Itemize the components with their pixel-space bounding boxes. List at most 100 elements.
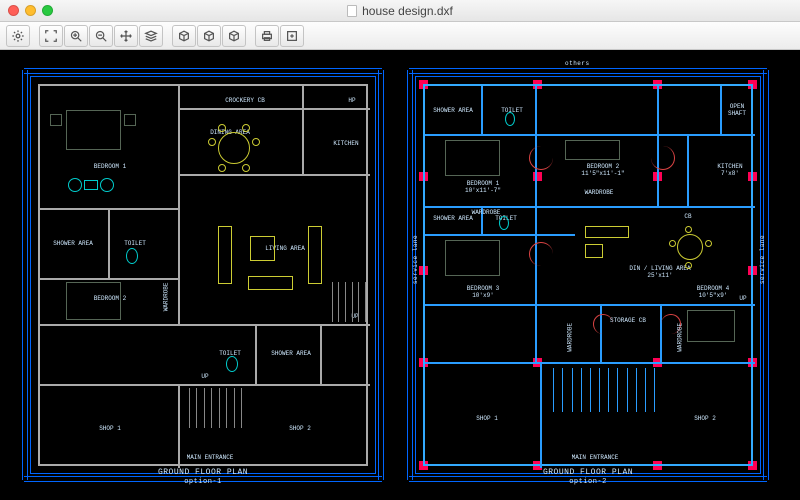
toilet-fixture-icon xyxy=(126,248,138,264)
room-label: BEDROOM 4 10'5"x9' xyxy=(683,286,743,299)
sofa-icon xyxy=(248,276,293,290)
wall xyxy=(178,86,180,326)
minimize-button[interactable] xyxy=(25,5,36,16)
chair-icon xyxy=(68,178,82,192)
window-titlebar: house design.dxf xyxy=(0,0,800,22)
entrance-label: MAIN ENTRANCE xyxy=(545,455,645,462)
tv-unit-icon xyxy=(308,226,322,284)
wall xyxy=(108,208,110,278)
wall xyxy=(320,324,322,386)
wall xyxy=(255,324,257,384)
view-front-button[interactable] xyxy=(222,25,246,47)
cube-front-icon xyxy=(227,29,241,43)
zoom-out-button[interactable] xyxy=(89,25,113,47)
plan-subtitle: option-2 xyxy=(569,478,607,486)
bed-icon xyxy=(66,282,121,320)
room-label: SHOWER AREA xyxy=(270,351,312,358)
settings-button[interactable] xyxy=(6,25,30,47)
gear-icon xyxy=(11,29,25,43)
cube-iso-icon xyxy=(202,29,216,43)
wall xyxy=(575,206,755,208)
nightstand-icon xyxy=(124,114,136,126)
plan-subtitle: option-1 xyxy=(184,478,222,486)
dimension-line xyxy=(407,70,408,480)
sofa-icon xyxy=(585,226,629,238)
room-label: OPEN SHAFT xyxy=(720,104,754,117)
room-label: SHOP 2 xyxy=(675,416,735,423)
layers-button[interactable] xyxy=(139,25,163,47)
wall xyxy=(425,362,755,364)
dimension-line xyxy=(24,68,382,69)
chair-icon xyxy=(252,138,260,146)
view-iso-button[interactable] xyxy=(197,25,221,47)
dining-table-icon xyxy=(218,132,250,164)
toilet-fixture-icon xyxy=(226,356,238,372)
room-label: HP xyxy=(342,98,362,105)
drawing-canvas[interactable]: BEDROOM 1 BEDROOM 2 DINING AREA CROCKERY… xyxy=(0,50,800,500)
wall xyxy=(425,134,755,136)
document-icon xyxy=(347,5,357,17)
view-top-button[interactable] xyxy=(172,25,196,47)
wall xyxy=(481,86,483,134)
export-button[interactable] xyxy=(280,25,304,47)
plan-building-outline: BEDROOM 1 BEDROOM 2 DINING AREA CROCKERY… xyxy=(38,84,368,466)
zoom-fit-button[interactable] xyxy=(39,25,63,47)
room-label: TOILET xyxy=(115,241,155,248)
close-button[interactable] xyxy=(8,5,19,16)
toolbar xyxy=(0,22,800,50)
chair-icon xyxy=(218,164,226,172)
dimension-line xyxy=(409,73,767,74)
staircase-icon xyxy=(326,282,366,322)
pan-button[interactable] xyxy=(114,25,138,47)
chair-icon xyxy=(218,124,226,132)
zoom-fit-icon xyxy=(44,29,58,43)
dimension-line xyxy=(768,70,769,480)
chair-icon xyxy=(242,124,250,132)
sofa-icon xyxy=(218,226,232,284)
dimension-line xyxy=(378,70,379,480)
wall xyxy=(535,86,537,364)
wall xyxy=(425,206,575,208)
toilet-fixture-icon xyxy=(499,216,509,230)
chair-icon xyxy=(705,240,712,247)
room-label: SHOP 2 xyxy=(270,426,330,433)
export-icon xyxy=(285,29,299,43)
room-label: SHOP 1 xyxy=(457,416,517,423)
wall xyxy=(40,208,180,210)
zoom-in-button[interactable] xyxy=(64,25,88,47)
nightstand-icon xyxy=(50,114,62,126)
room-label: WARDROBE xyxy=(164,287,171,311)
room-label: BEDROOM 3 10'x9' xyxy=(453,286,513,299)
zoom-button[interactable] xyxy=(42,5,53,16)
room-label: CB xyxy=(680,214,696,221)
zoom-in-icon xyxy=(69,29,83,43)
print-button[interactable] xyxy=(255,25,279,47)
wall xyxy=(425,304,755,306)
coffee-table-icon xyxy=(585,244,603,258)
plan-title-text: GROUND FLOOR PLAN xyxy=(158,468,248,477)
bed-icon xyxy=(445,140,500,176)
outer-label: others xyxy=(565,60,590,67)
room-label: WARDROBE xyxy=(573,190,625,197)
chair-icon xyxy=(669,240,676,247)
dimension-line xyxy=(383,70,384,480)
wall xyxy=(40,278,180,280)
table-icon xyxy=(84,180,98,190)
plan-title-text: GROUND FLOOR PLAN xyxy=(543,468,633,477)
plan-building-outline: BEDROOM 1 10'x11'-7" BEDROOM 2 11'5"x11'… xyxy=(423,84,753,466)
room-label: SHOP 1 xyxy=(80,426,140,433)
outer-label: service lane xyxy=(759,235,766,284)
room-label: SHOWER AREA xyxy=(52,241,94,248)
room-label: KITCHEN xyxy=(316,141,376,148)
staircase-icon xyxy=(545,368,655,412)
floor-plan-option-2: BEDROOM 1 10'x11'-7" BEDROOM 2 11'5"x11'… xyxy=(405,66,771,484)
staircase-icon xyxy=(182,388,242,428)
zoom-out-icon xyxy=(94,29,108,43)
door-icon xyxy=(651,146,675,170)
cube-top-icon xyxy=(177,29,191,43)
room-label: UP xyxy=(195,374,215,381)
chair-icon xyxy=(685,226,692,233)
floor-plan-option-1: BEDROOM 1 BEDROOM 2 DINING AREA CROCKERY… xyxy=(20,66,386,484)
room-label: CROCKERY CB xyxy=(215,98,275,105)
window-title: house design.dxf xyxy=(0,4,800,18)
